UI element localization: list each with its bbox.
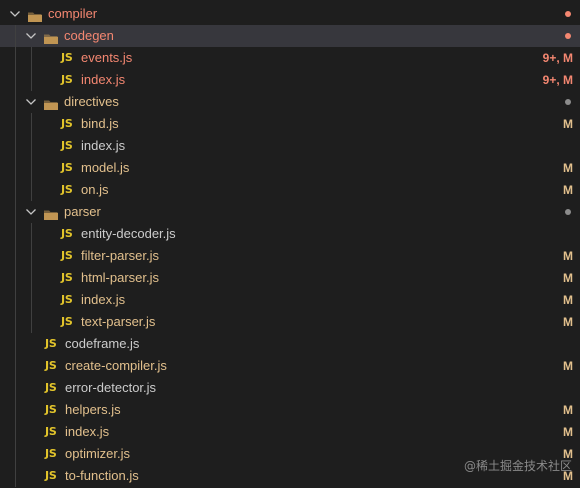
git-status-badge: M [563,161,573,175]
tree-file[interactable]: JS on.js M [0,179,580,201]
file-label: index.js [81,292,126,307]
indent-guide [31,113,32,201]
js-file-icon: JS [61,161,73,174]
file-label: entity-decoder.js [81,226,176,241]
folder-open-icon [43,206,59,220]
file-label: optimizer.js [65,446,131,461]
indent-guide [31,47,32,91]
file-label: helpers.js [65,402,121,417]
js-file-icon: JS [61,51,73,64]
chevron-down-icon[interactable] [8,3,22,25]
tree-folder-parser[interactable]: parser [0,201,580,223]
file-label: index.js [81,72,126,87]
git-status-badge: M [563,425,573,439]
git-status-badge: M [563,271,573,285]
js-file-icon: JS [61,315,73,328]
tree-file[interactable]: JS index.js [0,135,580,157]
js-file-icon: JS [61,271,73,284]
tree-file[interactable]: JS model.js M [0,157,580,179]
tree-file[interactable]: JS codeframe.js [0,333,580,355]
js-file-icon: JS [61,73,73,86]
js-file-icon: JS [61,183,73,196]
file-label: events.js [81,50,133,65]
watermark: @稀土掘金技术社区 [463,459,572,473]
status-dot-icon [565,99,571,105]
chevron-down-icon[interactable] [24,91,38,113]
js-file-icon: JS [45,469,57,482]
tree-file[interactable]: JS index.js 9+, M [0,69,580,91]
indent-guide [15,25,16,487]
js-file-icon: JS [61,293,73,306]
chevron-down-icon[interactable] [24,201,38,223]
tree-file[interactable]: JS filter-parser.js M [0,245,580,267]
tree-file[interactable]: JS helpers.js M [0,399,580,421]
folder-label: parser [64,204,101,219]
tree-file[interactable]: JS error-detector.js [0,377,580,399]
js-file-icon: JS [45,425,57,438]
file-label: html-parser.js [81,270,160,285]
tree-folder-directives[interactable]: directives [0,91,580,113]
js-file-icon: JS [61,117,73,130]
file-label: model.js [81,160,130,175]
folder-open-icon [43,96,59,110]
js-file-icon: JS [45,381,57,394]
git-status-badge: M [563,359,573,373]
file-label: bind.js [81,116,119,131]
file-label: index.js [81,138,126,153]
git-status-badge: 9+, M [542,51,573,65]
js-file-icon: JS [45,337,57,350]
tree-file[interactable]: JS events.js 9+, M [0,47,580,69]
tree-file[interactable]: JS entity-decoder.js [0,223,580,245]
tree-file[interactable]: JS create-compiler.js M [0,355,580,377]
git-status-badge: 9+, M [542,73,573,87]
folder-open-icon [27,8,43,22]
js-file-icon: JS [61,249,73,262]
git-status-badge: M [563,293,573,307]
git-status-badge: M [563,183,573,197]
file-label: create-compiler.js [65,358,167,373]
git-status-badge: M [563,315,573,329]
file-label: codeframe.js [65,336,140,351]
file-label: error-detector.js [65,380,157,395]
folder-open-icon [43,30,59,44]
js-file-icon: JS [45,447,57,460]
js-file-icon: JS [61,227,73,240]
indent-guide [31,223,32,333]
folder-label: directives [64,94,119,109]
file-label: index.js [65,424,110,439]
js-file-icon: JS [45,359,57,372]
tree-file[interactable]: JS index.js M [0,289,580,311]
status-dot-icon [565,33,571,39]
tree-file[interactable]: JS bind.js M [0,113,580,135]
git-status-badge: M [563,117,573,131]
file-explorer-tree: compiler codegen JS events.js 9+, M JS index.j… [0,3,580,487]
file-label: text-parser.js [81,314,156,329]
tree-folder-compiler[interactable]: compiler [0,3,580,25]
status-dot-icon [565,209,571,215]
file-label: on.js [81,182,109,197]
status-dot-icon [565,11,571,17]
js-file-icon: JS [45,403,57,416]
js-file-icon: JS [61,139,73,152]
tree-file[interactable]: JS index.js M [0,421,580,443]
tree-folder-codegen[interactable]: codegen [0,25,580,47]
folder-label: compiler [48,6,98,21]
file-label: filter-parser.js [81,248,160,263]
git-status-badge: M [563,403,573,417]
chevron-down-icon[interactable] [24,25,38,47]
tree-file[interactable]: JS html-parser.js M [0,267,580,289]
folder-label: codegen [64,28,114,43]
file-label: to-function.js [65,468,139,483]
git-status-badge: M [563,249,573,263]
tree-file[interactable]: JS text-parser.js M [0,311,580,333]
